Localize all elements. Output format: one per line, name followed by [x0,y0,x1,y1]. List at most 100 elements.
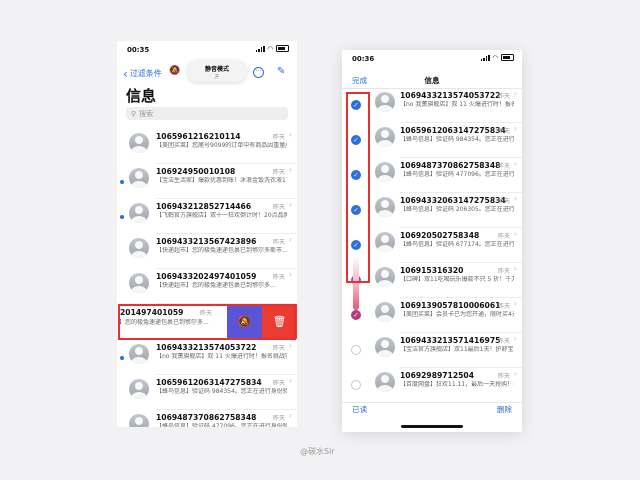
chevron-left-icon: ‹ [123,66,128,81]
message-preview: 【no 我薰旗舰店】双 11 火爆进行时！报名挑战实满 200 送 200！一起… [156,353,287,360]
more-options-icon[interactable]: ··· [253,67,264,78]
message-sender: 10694332135740537​22 [156,343,257,352]
page-title: 信息 [126,87,157,105]
chevron-right-icon: › [288,130,292,139]
chevron-right-icon: › [288,341,292,350]
chevron-right-icon: › [288,270,292,279]
message-sender: 1069433213567423896 [156,237,257,246]
chevron-right-icon: › [513,334,517,343]
message-preview: 【美团买菜】您尾号9099的订单中有商品因重量/数量不足产生 0.28元退款，正… [156,142,287,149]
avatar [129,273,149,293]
message-preview: 【蜂鸟信息】验证码 206305。您正在进行身份验证，打死不要告诉别人哦！ [400,206,514,213]
avatar [375,337,395,357]
message-date: 昨天 [497,303,510,310]
wifi-icon: ◠ [492,53,498,62]
message-row[interactable]: 1069487370862758348 昨天 › 【蜂鸟信息】验证码 477096。您… [117,410,297,427]
bottom-toolbar [342,402,522,419]
mark-read-button[interactable]: 已读 [352,404,367,415]
wifi-icon: ◠ [267,44,273,53]
message-preview: 【宝洁官方旗舰店】双11最后1天！护舒宝液体卫生棉9块9秒杀！直播... [400,346,514,353]
filter-back-button[interactable]: ‹ 过滤条件 [123,66,162,81]
chevron-right-icon: › [513,264,517,273]
message-sender: 1065961206314727​5834 [156,378,262,387]
message-sender: 1069487370862758348 [156,413,257,422]
message-preview: 【no 我薰旗舰店】双 11 火爆进行时！报名挑战实满 200 送 200！一起… [400,101,514,108]
chevron-right-icon: › [288,411,292,420]
message-row[interactable]: 1069298971​2504 昨天› 【百度网盘】狂欢11.11，最后一天抢购！会… [342,368,522,403]
compose-icon[interactable]: ✎ [277,66,285,77]
silent-mode-state: 开 [214,75,220,80]
message-sender: 106915316320 [400,266,464,275]
search-icon: ⚲ [131,109,137,118]
message-sender: 1069298971​2504 [400,371,474,380]
message-sender: 1065961216210114 [156,132,241,141]
select-checkbox[interactable] [351,345,361,355]
message-preview: 【飞鹤官方旗舰店】双十一狂欢倒计时！20点品牌享发券用申空降直播间。88VI..… [156,212,287,219]
message-row[interactable]: 1069433213567423896 昨天 › 【快递超市】您的极兔速递包裹已到鄂尔… [117,234,297,269]
message-preview: 【蜂鸟信息】验证码 677174。您正在进行身份验证，打死不要告诉别人哦！ [400,241,514,248]
message-row[interactable]: 10694332135740537​22 昨天 › 【no 我薰旗舰店】双 11 火爆… [117,340,297,375]
message-date: 昨天 [272,204,285,211]
avatar [375,267,395,287]
status-icons: ◠ [255,44,289,53]
chevron-right-icon: › [513,194,517,203]
avatar [129,414,149,427]
message-date: 昨天 [497,93,510,100]
highlight-box-checkboxes [346,92,370,283]
message-sender: 1069139057810006061 [400,301,501,310]
message-date: 昨天 [497,268,510,275]
avatar [129,238,149,258]
bell-slash-icon: 🔕 [169,66,181,76]
unread-dot [120,180,124,184]
message-date: 昨天 [497,128,510,135]
watermark: @碳水Sir [300,447,335,456]
avatar [129,168,149,188]
avatar [129,133,149,153]
select-checkbox[interactable]: ✓ [351,310,361,320]
cellular-icon [480,54,490,61]
highlight-box-swipe [118,304,296,340]
message-row[interactable]: 1069432128527144​66 昨天 › 【飞鹤官方旗舰店】双十一狂欢倒计时！… [117,199,297,234]
cellular-icon [255,45,265,52]
message-preview: 【宝洁生活家】爆款优惠到账！沐浪金饭洗衣液17斤，洁净去渍，买2套到手16件..… [156,177,287,184]
message-date: 昨天 [272,274,285,281]
message-sender: 1069487370862758348 [400,161,501,170]
message-date: 昨天 [272,345,285,352]
message-date: 昨天 [272,239,285,246]
message-row[interactable]: ✓ 1069139057810006061 昨天 › 【美团买菜】会员卡已为您开通，限时… [342,298,522,333]
message-preview: 【百度网盘】狂欢11.11，最后一天抢购！会员专享SVIP年卡仅需... [400,381,514,388]
message-date: 昨天 [497,163,510,170]
chevron-right-icon: › [513,369,517,378]
silent-mode-banner: 静音模式 开 [187,60,247,82]
message-sender: 1069433213574053722 [400,91,501,100]
avatar [375,92,395,112]
chevron-right-icon: › [513,89,517,98]
message-date: 昨天 [497,198,510,205]
avatar [375,302,395,322]
chevron-right-icon: › [513,124,517,133]
message-date: 昨天 [272,134,285,141]
message-date: 昨天 [272,380,285,387]
chevron-right-icon: › [288,376,292,385]
avatar [129,203,149,223]
message-row[interactable]: 1069433213571416975 昨天 › 【宝洁官方旗舰店】双11最后1天！护… [342,333,522,368]
avatar [375,372,395,392]
message-row[interactable]: 1069433202497401059 昨天 › 【快递超市】您的极兔速递包裹已到鄂尔… [117,269,297,304]
avatar [375,127,395,147]
silent-mode-title: 静音模式 [204,66,229,73]
message-sender: 1069433213571416975 [400,336,501,345]
chevron-right-icon: › [513,159,517,168]
message-row[interactable]: 1065961216210114 昨天 › 【美团买菜】您尾号9099的订单中有商品因… [117,129,297,164]
back-label: 过滤条件 [129,69,162,78]
message-date: 昨天 [272,169,285,176]
message-preview: 【美团买菜】会员卡已为您开通，限时买4元，会员卡即将到期... [400,311,514,318]
unread-dot [120,356,124,360]
message-sender: 1065961206314727​5834 [400,126,506,135]
select-checkbox[interactable] [351,380,361,390]
status-time: 00:36 [352,55,375,63]
message-preview: 【蜂鸟信息】验证码 984354。您正在进行身份验证，打死不要告诉别人哦！ [156,388,287,395]
delete-button[interactable]: 删除 [497,404,512,415]
message-row[interactable]: 1065961206314727​5834 昨天 › 【蜂鸟信息】验证码 984354… [117,375,297,410]
message-row[interactable]: 106924950010108 昨天 › 【宝洁生活家】爆款优惠到账！沐浪金饭洗衣液1… [117,164,297,199]
search-input[interactable]: ⚲ 搜索 [126,107,288,120]
